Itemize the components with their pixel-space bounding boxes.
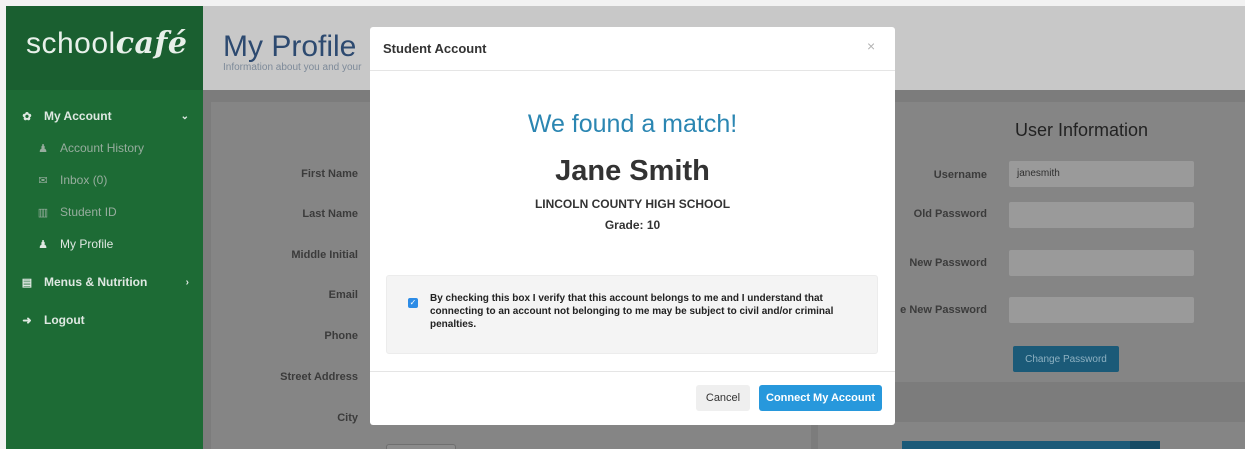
verify-checkbox[interactable]: ✓ [408, 298, 418, 308]
sidebar-item-label: Menus & Nutrition [44, 275, 148, 289]
close-icon[interactable]: × [867, 38, 875, 54]
sidebar-item-logout[interactable]: ➜ Logout [6, 304, 203, 336]
sidebar-item-account-history[interactable]: ♟ Account History [6, 132, 203, 164]
sidebar-nav: ✿ My Account ⌄ ♟ Account History ✉ Inbox… [6, 90, 203, 336]
match-heading: We found a match! [527, 110, 738, 138]
verify-text: By checking this box I verify that this … [430, 293, 834, 330]
user-icon: ♟ [38, 238, 48, 251]
modal-header: Student Account × [370, 27, 895, 71]
sidebar-item-student-id[interactable]: ▥ Student ID [6, 196, 203, 228]
username-field[interactable]: janesmith [1009, 161, 1194, 187]
sidebar-item-my-account[interactable]: ✿ My Account ⌄ [6, 100, 203, 132]
modal-footer: Cancel Connect My Account [370, 371, 895, 425]
middle-initial-label: Middle Initial [291, 249, 358, 261]
school-name: LINCOLN COUNTY HIGH SCHOOL [534, 197, 731, 211]
sidebar-item-inbox[interactable]: ✉ Inbox (0) [6, 164, 203, 196]
email-label: Email [328, 289, 358, 301]
barcode-icon: ▥ [37, 206, 49, 219]
new-password-field[interactable] [1009, 250, 1194, 276]
user-icon: ♟ [38, 142, 48, 155]
verify-box: ✓ By checking this box I verify that thi… [386, 275, 878, 354]
student-grade: Grade: 10 [604, 218, 661, 232]
phone-label: Phone [324, 330, 358, 342]
sidebar-item-label: My Account [44, 109, 112, 123]
gear-icon: ✿ [22, 110, 32, 123]
chevron-right-icon: › [185, 276, 189, 288]
sidebar: schoolcafé ✿ My Account ⌄ ♟ Account Hist… [6, 6, 203, 449]
user-info-title: User Information [1015, 120, 1149, 140]
page-subtitle: Information about you and your [223, 62, 362, 73]
modal-title: Student Account [383, 41, 487, 56]
sidebar-item-label: My Profile [60, 237, 114, 251]
student-account-modal: Student Account × We found a match! Jane… [370, 27, 895, 425]
sidebar-item-label: Inbox (0) [60, 173, 108, 187]
logout-icon: ➜ [22, 314, 32, 327]
profile-save-button[interactable] [386, 444, 456, 449]
action-bar[interactable] [902, 441, 1160, 449]
first-name-label: First Name [301, 168, 358, 180]
envelope-icon: ✉ [38, 174, 48, 187]
action-bar-end[interactable] [1130, 441, 1160, 449]
street-address-label: Street Address [280, 371, 358, 383]
cancel-button[interactable]: Cancel [696, 385, 750, 411]
connect-account-button[interactable]: Connect My Account [759, 385, 882, 411]
menu-icon: ▤ [21, 276, 33, 289]
city-label: City [337, 412, 358, 424]
page-title: My Profile [223, 30, 357, 63]
chevron-down-icon: ⌄ [180, 110, 189, 122]
schoolcafe-logo[interactable]: schoolcafé [6, 6, 203, 90]
confirm-password-field[interactable] [1009, 297, 1194, 323]
logo-plain: school [26, 27, 116, 60]
sidebar-item-menus-nutrition[interactable]: ▤ Menus & Nutrition › [6, 266, 203, 298]
logo-script: café [115, 26, 188, 61]
change-password-button[interactable]: Change Password [1013, 346, 1119, 372]
sidebar-item-label: Account History [60, 141, 145, 155]
sidebar-item-label: Logout [44, 313, 85, 327]
sidebar-item-my-profile[interactable]: ♟ My Profile [6, 228, 203, 260]
old-password-field[interactable] [1009, 202, 1194, 228]
sidebar-item-label: Student ID [60, 205, 117, 219]
student-name: Jane Smith [555, 155, 710, 187]
last-name-label: Last Name [302, 208, 358, 220]
